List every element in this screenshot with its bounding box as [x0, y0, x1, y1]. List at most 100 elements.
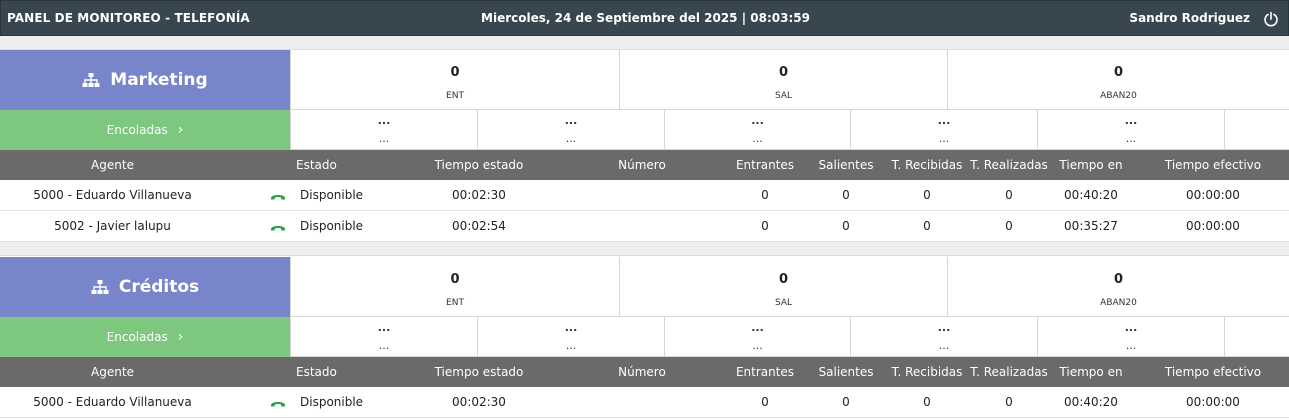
col-tiempo-efectivo: Tiempo efectivo	[1164, 158, 1262, 172]
queue-cell	[1224, 110, 1289, 150]
encoladas-label: Encoladas	[106, 123, 168, 137]
col-salientes: Salientes	[818, 365, 874, 379]
agent-tiempo-estado: 00:02:30	[452, 395, 506, 409]
encoladas-button[interactable]: Encoladas ›	[0, 110, 290, 150]
agent-tiempo-efectivo: 00:00:00	[1186, 395, 1240, 409]
queue-cell: ......	[477, 110, 664, 150]
queue-cell-bottom: ...	[565, 132, 577, 145]
agent-t-realizadas: 0	[1005, 219, 1013, 233]
user-name[interactable]: Sandro Rodriguez	[1129, 11, 1250, 25]
stat-label: ENT	[446, 298, 464, 308]
queue-cell-top: ...	[937, 114, 951, 127]
agent-t-recibidas: 0	[923, 188, 931, 202]
queue-cell-bottom: ...	[752, 132, 763, 145]
agent-tiempo-en: 00:40:20	[1064, 395, 1118, 409]
table-row[interactable]: 5000 - Eduardo Villanueva Disponible 00:…	[0, 387, 1289, 418]
queue-cell: ......	[850, 110, 1037, 150]
agent-name: 5000 - Eduardo Villanueva	[33, 395, 192, 409]
agent-tiempo-en: 00:40:20	[1064, 188, 1118, 202]
agent-name: 5000 - Eduardo Villanueva	[33, 188, 192, 202]
agent-t-realizadas: 0	[1005, 188, 1013, 202]
col-entrantes: Entrantes	[735, 158, 795, 172]
agent-tiempo-efectivo: 00:00:00	[1186, 188, 1240, 202]
agent-t-recibidas: 0	[923, 395, 931, 409]
top-bar: PANEL DE MONITOREO - TELEFONÍA Miercoles…	[0, 0, 1289, 36]
stat-label: ENT	[446, 91, 464, 101]
group-separator	[0, 36, 1289, 50]
queue-cell-bottom: ...	[938, 132, 950, 145]
col-numero: Número	[618, 365, 666, 379]
stat-ent: 0 ENT	[290, 50, 619, 110]
queue-cell: ......	[664, 317, 850, 357]
agent-entrantes: 0	[761, 219, 769, 233]
queue-cell-bottom: ...	[1125, 132, 1137, 145]
group-title: Marketing	[0, 50, 290, 110]
queue-cell-bottom: ...	[378, 132, 390, 145]
agent-salientes: 0	[842, 188, 850, 202]
col-entrantes: Entrantes	[735, 365, 795, 379]
sitemap-icon	[82, 73, 100, 87]
agent-status: Disponible	[300, 188, 364, 202]
queue-cell: ......	[850, 317, 1037, 357]
queue-cell-top: ...	[937, 321, 951, 334]
stat-label: ABAN20	[1100, 298, 1137, 308]
stat-aban20: 0 ABAN20	[947, 50, 1289, 110]
queue-cell-top: ...	[564, 321, 578, 334]
stat-label: SAL	[774, 298, 793, 308]
stat-sal: 0 SAL	[619, 50, 947, 110]
agent-salientes: 0	[842, 395, 850, 409]
table-row[interactable]: 5002 - Javier lalupu Disponible 00:02:54…	[0, 211, 1289, 242]
col-agente: Agente	[91, 158, 134, 172]
queue-cell-top: ...	[377, 114, 391, 127]
stat-label: SAL	[774, 91, 793, 101]
col-tiempo-efectivo: Tiempo efectivo	[1164, 365, 1262, 379]
table-header: Agente Estado Tiempo estado Número Entra…	[0, 357, 1289, 387]
stat-value: 0	[450, 272, 460, 287]
col-t-realizadas: T. Realizadas	[970, 365, 1048, 379]
col-t-recibidas: T. Recibidas	[891, 158, 963, 172]
stat-value: 0	[1113, 272, 1124, 287]
col-tiempo-en: Tiempo en	[1059, 158, 1123, 172]
agent-salientes: 0	[842, 219, 850, 233]
agent-status: Disponible	[300, 395, 364, 409]
queue-cell: ......	[1037, 317, 1224, 357]
table-header: Agente Estado Tiempo estado Número Entra…	[0, 150, 1289, 180]
col-agente: Agente	[91, 365, 134, 379]
queue-cell-top: ...	[564, 114, 578, 127]
agent-tiempo-estado: 00:02:30	[452, 188, 506, 202]
agent-tiempo-efectivo: 00:00:00	[1186, 219, 1240, 233]
power-icon[interactable]	[1263, 11, 1279, 27]
chevron-right-icon: ›	[177, 122, 184, 138]
col-salientes: Salientes	[818, 158, 874, 172]
group-name: Créditos	[118, 277, 200, 297]
agent-tiempo-en: 00:35:27	[1064, 219, 1118, 233]
agent-name: 5002 - Javier lalupu	[54, 219, 171, 233]
col-numero: Número	[618, 158, 666, 172]
agent-entrantes: 0	[761, 395, 769, 409]
page-title: PANEL DE MONITOREO - TELEFONÍA	[7, 11, 250, 25]
col-tiempo-en: Tiempo en	[1059, 365, 1123, 379]
agent-t-realizadas: 0	[1005, 395, 1013, 409]
agent-status: Disponible	[300, 219, 364, 233]
phone-icon	[271, 195, 285, 200]
sitemap-icon	[91, 280, 109, 294]
table-row[interactable]: 5000 - Eduardo Villanueva Disponible 00:…	[0, 180, 1289, 211]
phone-icon	[271, 402, 285, 407]
col-tiempo-estado: Tiempo estado	[434, 365, 524, 379]
agent-t-recibidas: 0	[923, 219, 931, 233]
group-title: Créditos	[0, 257, 290, 317]
encoladas-button[interactable]: Encoladas ›	[0, 317, 290, 357]
queue-cell-bottom: ...	[1125, 339, 1137, 352]
stat-value: 0	[778, 65, 789, 80]
agent-tiempo-estado: 00:02:54	[452, 219, 506, 233]
agent-entrantes: 0	[761, 188, 769, 202]
stat-value: 0	[450, 65, 460, 80]
col-estado: Estado	[296, 158, 337, 172]
col-tiempo-estado: Tiempo estado	[434, 158, 524, 172]
col-estado: Estado	[296, 365, 337, 379]
col-t-realizadas: T. Realizadas	[970, 158, 1048, 172]
queue-cell	[1224, 317, 1289, 357]
queue-cell-bottom: ...	[752, 339, 763, 352]
chevron-right-icon: ›	[177, 329, 184, 345]
group-separator	[0, 242, 1289, 256]
